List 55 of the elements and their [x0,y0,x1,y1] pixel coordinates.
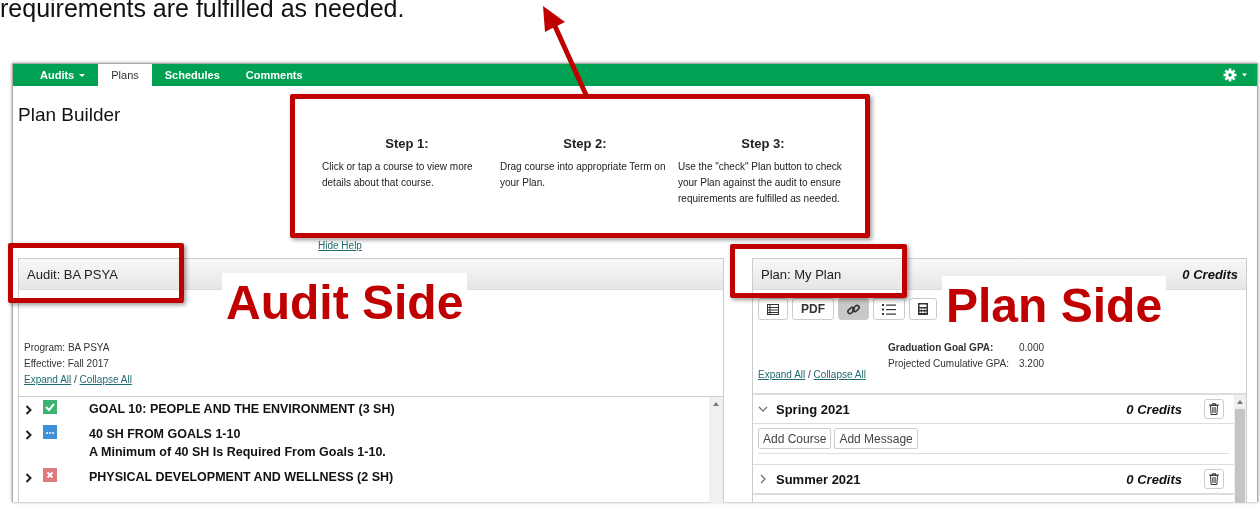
requirement-note: A Minimum of 40 SH Is Required From Goals 1-10. [89,444,386,461]
hide-help-link[interactable]: Hide Help [318,240,362,251]
step-text: Drag course into appropriate Term on your Plan. [500,160,667,190]
expand-all-link[interactable]: Expand All [758,369,806,380]
step-text: Click or tap a course to view more details about that course. [322,160,474,190]
delete-button[interactable] [1204,469,1224,489]
link-icon [847,302,860,316]
step-title: Step 1: [384,136,430,151]
panel-title: Plan: My Plan [761,266,842,282]
scrollbar[interactable] [1234,395,1246,503]
step-title: Step 3: [740,136,786,151]
chevron-icon[interactable] [758,474,768,484]
separator-text: / [74,374,77,385]
grid-button[interactable] [758,298,788,320]
collapse-all-link[interactable]: Collapse All [813,369,866,380]
settings-icon[interactable] [1223,68,1249,82]
panel-title: Audit: BA PSYA [27,266,118,282]
expand-all-link[interactable]: Expand All [24,374,72,385]
calculator-button[interactable] [909,298,937,320]
separator-text: / [808,369,811,380]
step-title: Step 2: [562,136,608,151]
term-name[interactable]: Summer 2021 [776,471,1127,487]
credits-total: 0 Credits [1182,266,1238,282]
calculator-icon [918,303,928,315]
gpa-value: 0.000 [1019,341,1045,355]
add-button[interactable]: Add Message [834,428,918,449]
list-button[interactable] [873,298,905,320]
term-credits: 0 Credits [1126,401,1182,417]
requirement-title[interactable]: 40 SH FROM GOALS 1-10 [89,425,386,443]
requirement-title[interactable]: PHYSICAL DEVELOPMENT AND WELLNESS (2 SH) [89,468,394,486]
delete-button[interactable] [1204,399,1224,419]
page-title: Plan Builder [17,103,122,127]
trash-icon [1209,403,1219,415]
list-icon [882,303,896,315]
gpa-label: Projected Cumulative GPA: [888,357,1010,371]
gpa-label: Graduation Goal GPA: [888,341,995,355]
chevron-right-icon[interactable] [25,405,33,415]
program-text: Program: BA PSYA [24,341,111,355]
effective-text: Effective: Fall 2017 [24,357,110,371]
gpa-value: 3.200 [1019,357,1045,371]
add-button[interactable]: Add Course [758,428,832,449]
step-text: Use the "check" Plan button to check your Plan against the audit to ensure requirements are fulfilled as needed. [678,160,843,206]
scrollbar[interactable] [709,397,723,503]
nav-tab[interactable]: Plans [98,64,152,86]
pdf-button[interactable]: PDF [792,298,834,320]
collapse-all-link[interactable]: Collapse All [79,374,132,385]
term-credits: 0 Credits [1126,471,1182,487]
chevron-icon[interactable] [758,404,768,414]
term-name[interactable]: Spring 2021 [776,401,1127,417]
link-button[interactable] [838,298,869,320]
trash-icon [1209,473,1219,485]
chevron-right-icon[interactable] [25,430,33,440]
chevron-right-icon[interactable] [25,473,33,483]
requirement-title[interactable]: GOAL 10: PEOPLE AND THE ENVIRONMENT (3 SH) [89,400,395,418]
table-icon [767,303,779,315]
